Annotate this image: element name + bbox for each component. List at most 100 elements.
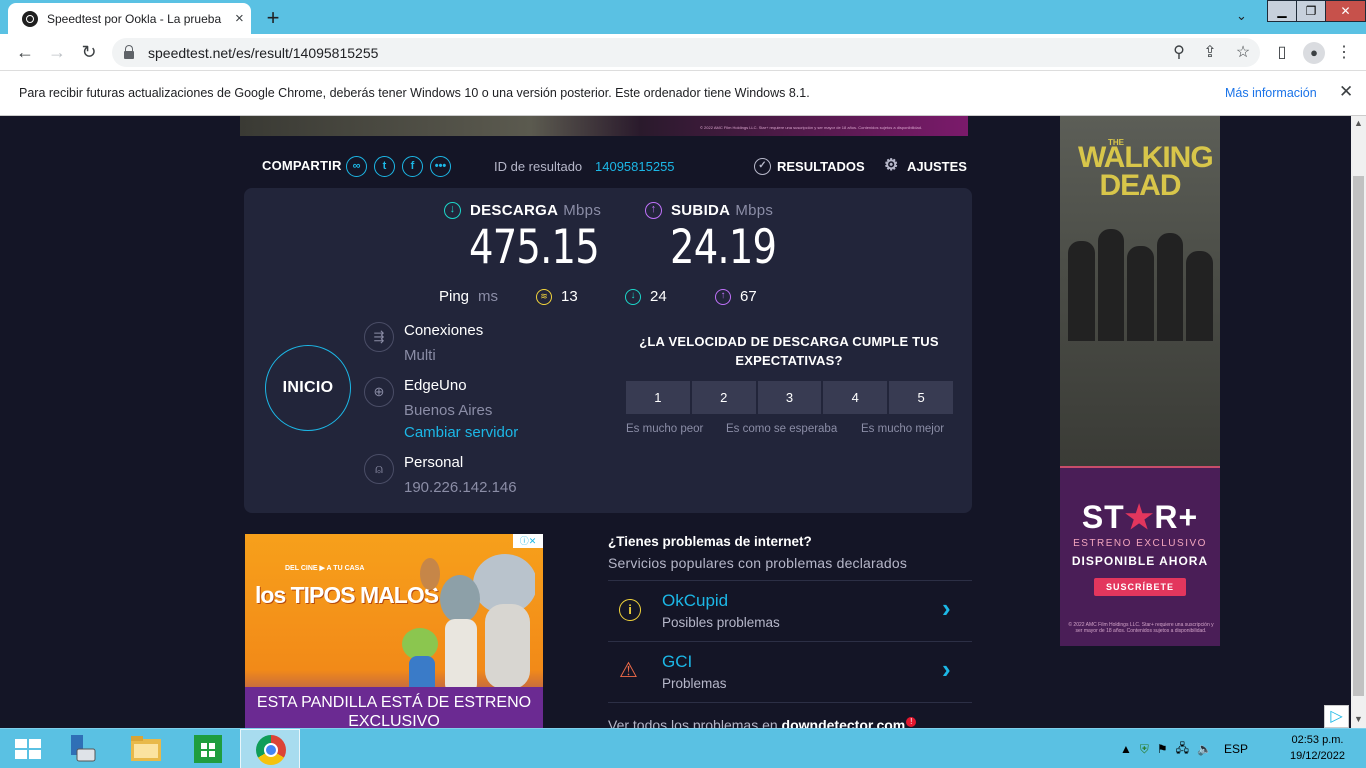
go-button[interactable]: INICIO — [265, 345, 351, 431]
address-bar[interactable]: speedtest.net/es/result/14095815255 — [112, 38, 1260, 67]
scroll-down-icon[interactable]: ▼ — [1354, 714, 1363, 724]
clock[interactable]: 02:53 p.m. 19/12/2022 — [1285, 732, 1350, 764]
upload-arrow-icon: ↑ — [645, 202, 662, 219]
action-center-flag-icon[interactable]: ⚑ — [1157, 742, 1168, 756]
back-arrow-icon[interactable]: ← — [12, 34, 38, 71]
zoom-search-icon[interactable]: ⚲ — [1168, 34, 1190, 71]
start-button[interactable] — [0, 729, 56, 768]
settings-button[interactable]: ⚙ AJUSTES — [884, 158, 967, 175]
reload-icon[interactable]: ↻ — [76, 34, 102, 71]
downdetector-prefix: Ver todos los problemas en — [608, 717, 778, 728]
ad-available: DISPONIBLE AHORA — [1071, 554, 1209, 568]
movie-ad[interactable]: ⓘ✕ DEL CINE ▶ A TU CASA los TIPOS MALOS … — [245, 534, 543, 728]
problem-service-name[interactable]: OkCupid — [662, 591, 728, 611]
menu-kebab-icon[interactable]: ⋮ — [1333, 34, 1355, 71]
clock-time: 02:53 p.m. — [1291, 734, 1344, 746]
ping-download-icon: ↓ — [625, 288, 641, 305]
infobar-message: Para recibir futuras actualizaciones de … — [19, 86, 810, 100]
security-icon[interactable]: ⛨ — [1140, 742, 1149, 757]
change-server-link[interactable]: Cambiar servidor — [404, 424, 518, 441]
maximize-button[interactable]: ❐ — [1296, 0, 1326, 22]
language-indicator[interactable]: ESP — [1224, 742, 1248, 756]
chrome-taskbar-button[interactable] — [240, 729, 300, 768]
file-explorer-server-icon[interactable] — [53, 729, 113, 768]
chevron-right-icon[interactable]: › — [942, 654, 951, 685]
ip-address: 190.226.142.146 — [404, 479, 517, 496]
taskbar: ▲ ⛨ ⚑ 🖧 🔈 ESP 02:53 p.m. 19/12/2022 — [0, 728, 1366, 768]
scrollbar-thumb[interactable] — [1353, 176, 1364, 696]
folder-icon[interactable] — [116, 729, 176, 768]
connections-title: Conexiones — [404, 322, 484, 339]
tab-close-icon[interactable]: × — [235, 10, 244, 27]
ping-upload: ↑ 67 — [715, 288, 757, 305]
url-text[interactable]: speedtest.net/es/result/14095815255 — [148, 45, 378, 61]
tab-strip: Speedtest por Ookla - La prueba × + ⌄ ▁ … — [0, 0, 1366, 34]
download-arrow-icon: ↓ — [444, 202, 461, 219]
chrome-icon — [256, 735, 286, 765]
rating-4-button[interactable]: 4 — [823, 381, 888, 414]
share-icon[interactable]: ⇪ — [1199, 34, 1221, 71]
facebook-icon[interactable]: f — [402, 156, 423, 177]
rating-buttons: 1 2 3 4 5 — [626, 381, 953, 414]
connections-value[interactable]: Multi — [404, 347, 436, 364]
adchoices-triangle-icon[interactable]: ▷ — [1324, 705, 1349, 728]
results-button[interactable]: ✓ RESULTADOS — [754, 158, 865, 175]
more-share-icon[interactable]: ••• — [430, 156, 451, 177]
store-icon[interactable] — [178, 729, 238, 768]
divider — [608, 702, 972, 703]
rating-1-button[interactable]: 1 — [626, 381, 690, 414]
ad-legal: © 2022 AMC Film Holdings LLC. Star+ requ… — [1068, 622, 1214, 634]
star-plus-logo: ST★R+ — [1081, 499, 1199, 535]
link-icon[interactable]: ∞ — [346, 156, 367, 177]
connections-icon: ⇶ — [364, 322, 394, 352]
downdetector-link[interactable]: Ver todos los problemas en downdetector.… — [608, 717, 917, 728]
page-scrollbar[interactable]: ▲ ▼ — [1351, 116, 1366, 728]
top-banner-ad[interactable]: © 2022 AMC Film Holdings LLC. Star+ requ… — [240, 116, 968, 136]
network-icon[interactable]: 🖧 — [1176, 739, 1189, 760]
infobar-close-icon[interactable]: ✕ — [1339, 82, 1353, 102]
rating-2-button[interactable]: 2 — [691, 381, 756, 414]
user-icon: ⍝ — [364, 454, 394, 484]
side-panel-icon[interactable]: ▯ — [1271, 34, 1293, 71]
ping-label: Ping — [439, 288, 470, 305]
forward-arrow-icon[interactable]: → — [44, 34, 70, 71]
rating-low-label: Es mucho peor — [626, 423, 704, 435]
minimize-button[interactable]: ▁ — [1267, 0, 1297, 22]
tab-search-chevron-icon[interactable]: ⌄ — [1236, 8, 1247, 24]
rating-5-button[interactable]: 5 — [889, 381, 953, 414]
toolbar: ← → ↻ speedtest.net/es/result/1409581525… — [0, 34, 1366, 71]
profile-avatar-icon[interactable]: ● — [1303, 42, 1325, 64]
upload-unit: Mbps — [735, 202, 774, 219]
close-window-button[interactable]: ✕ — [1325, 0, 1366, 22]
info-icon: i — [619, 599, 641, 621]
chevron-right-icon[interactable]: › — [942, 593, 951, 624]
result-id-link[interactable]: 14095815255 — [595, 159, 675, 174]
problem-row[interactable]: ⚠ GCI Problemas › — [608, 641, 972, 702]
volume-muted-icon[interactable]: 🔈 — [1197, 742, 1212, 756]
subscribe-button[interactable]: SUSCRÍBETE — [1094, 578, 1186, 596]
rating-3-button[interactable]: 3 — [757, 381, 822, 414]
browser-tab[interactable]: Speedtest por Ookla - La prueba × — [8, 3, 251, 34]
downdetector-site[interactable]: downdetector.com — [782, 717, 906, 728]
ad-strip-text: ESTA PANDILLA ESTÁ DE ESTRENO EXCLUSIVO — [245, 687, 543, 728]
result-card: ↓ DESCARGA Mbps 475.15 ↑ SUBIDA Mbps 24.… — [244, 188, 972, 513]
show-hidden-icons-icon[interactable]: ▲ — [1120, 742, 1132, 756]
problem-status: Problemas — [662, 676, 727, 691]
new-tab-button[interactable]: + — [262, 5, 284, 31]
tab-title: Speedtest por Ookla - La prueba — [47, 11, 222, 26]
ad-tagline: DEL CINE ▶ A TU CASA — [285, 565, 365, 572]
problem-service-name[interactable]: GCI — [662, 652, 692, 672]
more-info-link[interactable]: Más información — [1225, 86, 1317, 100]
survey-question: ¿LA VELOCIDAD DE DESCARGA CUMPLE TUS EXP… — [639, 334, 939, 368]
system-tray: ▲ ⛨ ⚑ 🖧 🔈 ESP — [1120, 729, 1248, 768]
ping-unit: ms — [478, 288, 498, 305]
twitter-icon[interactable]: t — [374, 156, 395, 177]
scroll-up-icon[interactable]: ▲ — [1354, 118, 1363, 128]
bookmark-star-icon[interactable]: ☆ — [1232, 34, 1254, 71]
upload-speed: 24.19 — [670, 220, 777, 275]
settings-label: AJUSTES — [907, 159, 967, 174]
gear-icon: ⚙ — [884, 157, 899, 174]
lock-icon[interactable] — [124, 44, 134, 59]
problem-row[interactable]: i OkCupid Posibles problemas › — [608, 580, 972, 641]
star-plus-ad[interactable]: THE WALKING DEAD ST★R+ ESTRENO EXCLUSIVO… — [1060, 116, 1220, 646]
